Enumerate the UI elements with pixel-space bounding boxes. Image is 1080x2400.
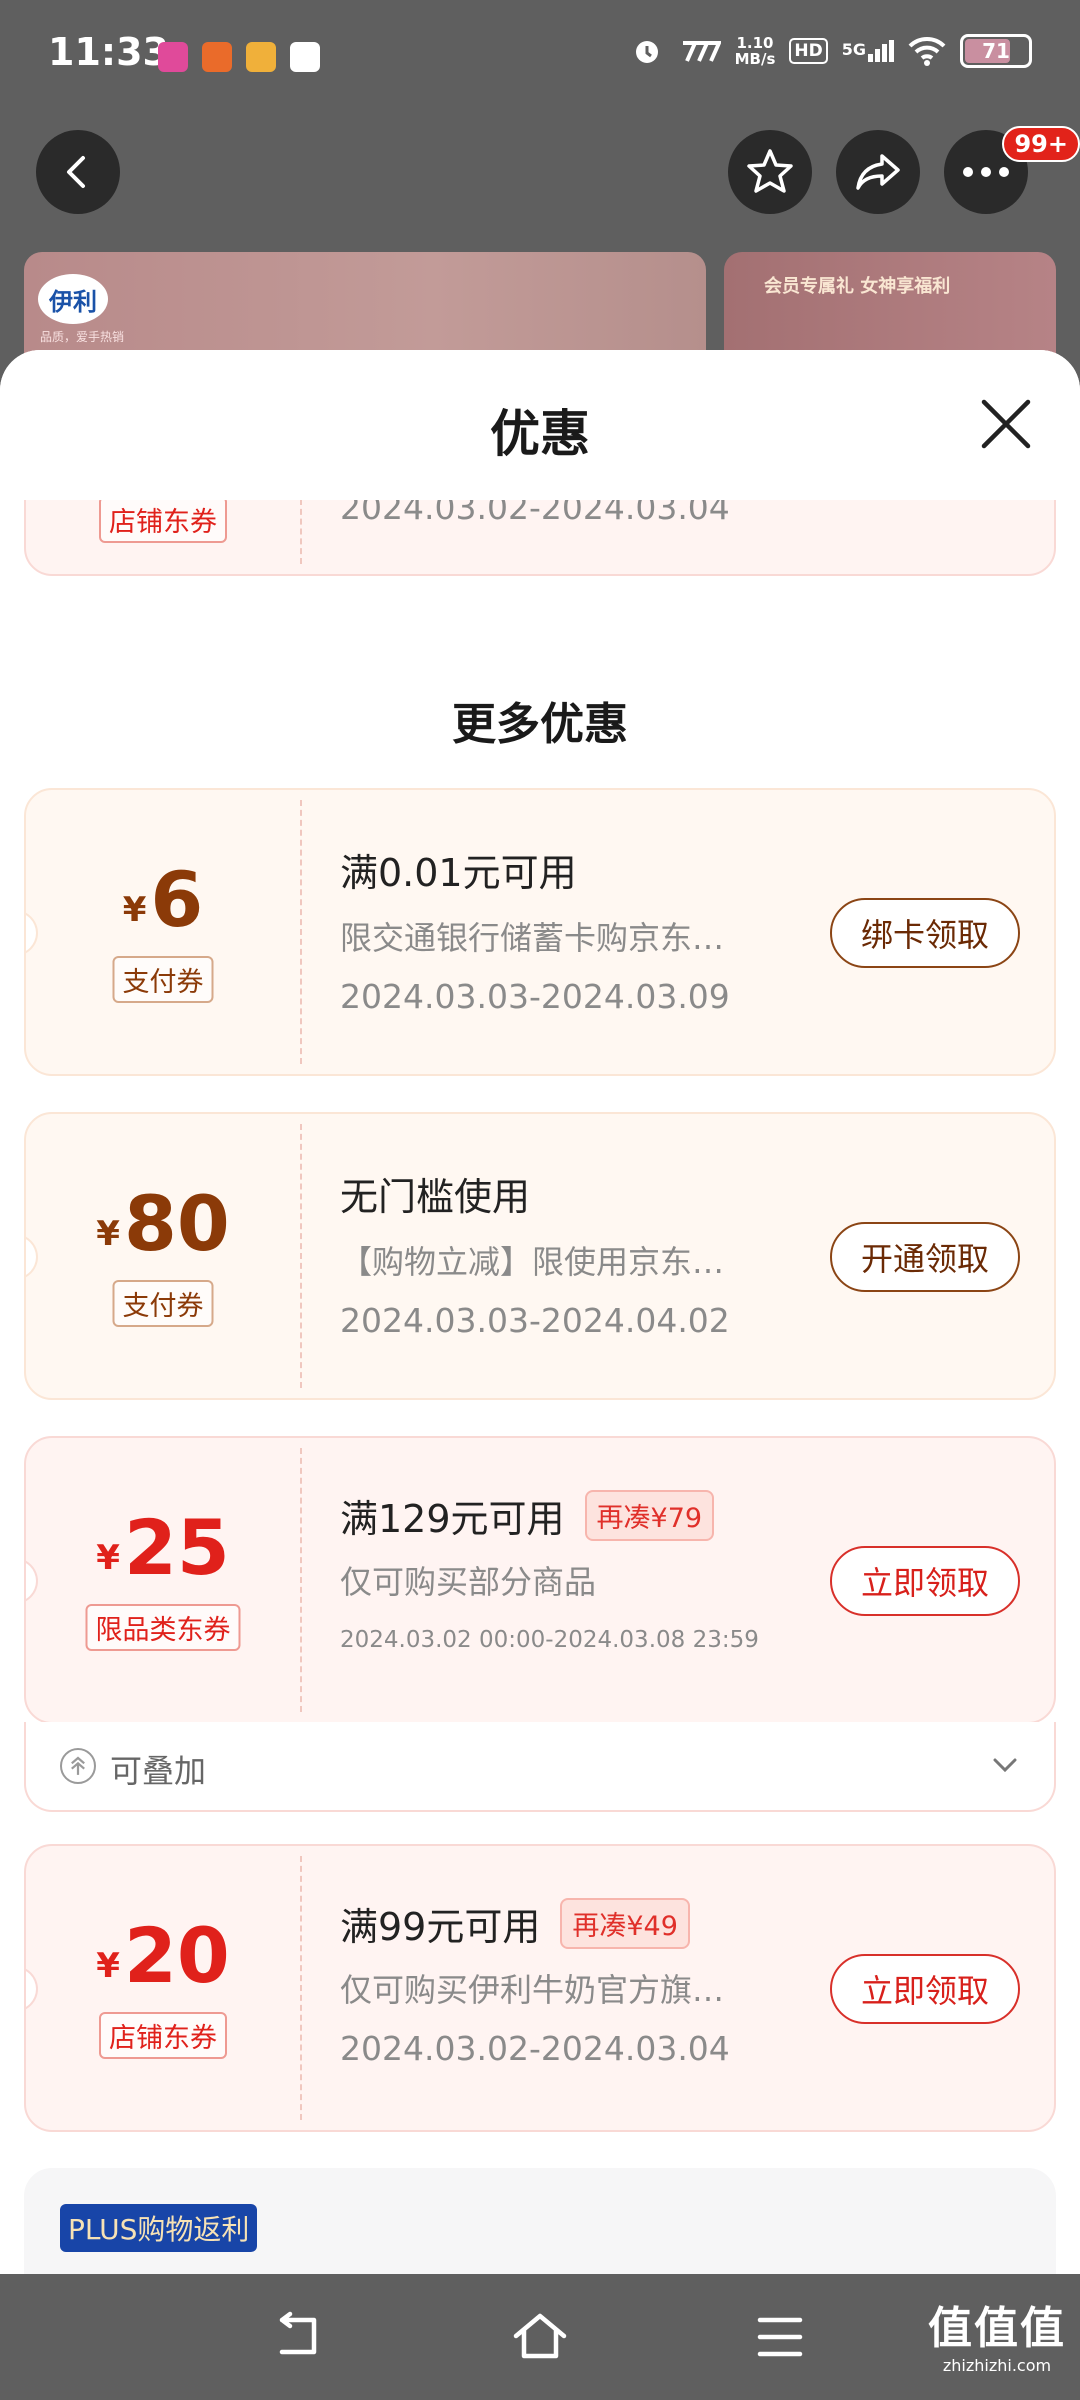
status-indicators: 1.10 MB/s HD 5G 71 (631, 34, 1032, 68)
close-icon[interactable] (976, 394, 1036, 454)
coupon-amount: ¥20 (96, 1911, 230, 2000)
coupon-card: ¥20 店铺东券 满99元可用 再凑¥49 仅可购买伊利牛奶官方旗… 2024.… (24, 1844, 1056, 2132)
coupon-description: 仅可购买部分商品 (340, 1563, 597, 1601)
share-button[interactable] (836, 130, 920, 214)
sheet-header: 优惠 (0, 350, 1080, 500)
battery-indicator: 71 (960, 34, 1032, 68)
status-time: 11:33 (48, 30, 169, 74)
watermark: 值值值 zhizhizhi.com (928, 2303, 1066, 2375)
alarm-icon (635, 41, 658, 63)
nav-home-icon[interactable] (510, 2310, 570, 2364)
coupon-type-label: 店铺东券 (99, 2012, 227, 2059)
network-speed: 1.10 MB/s (734, 34, 776, 68)
bind-card-claim-button[interactable]: 绑卡领取 (830, 898, 1020, 968)
coupon-condition: 满129元可用 再凑¥79 (340, 1488, 810, 1543)
coupon-condition: 无门槛使用 (340, 1175, 531, 1219)
banner-tagline: 品质，爱手热销 (40, 330, 125, 344)
star-icon (747, 149, 793, 193)
coupon-card: ¥6 支付券 满0.01元可用 限交通银行储蓄卡购京东… 2024.03.03-… (24, 788, 1056, 1076)
claim-now-button[interactable]: 立即领取 (830, 1954, 1020, 2024)
coupon-date: 2024.03.03-2024.04.02 (340, 1301, 730, 1340)
wifi-icon (908, 36, 946, 66)
sheet-title: 优惠 (490, 405, 590, 463)
more-badge: 99+ (1002, 126, 1080, 162)
coupon-date: 2024.03.02-2024.03.04 (340, 2029, 730, 2068)
stack-icon (60, 1748, 96, 1784)
coupon-type-label: 限品类东券 (85, 1604, 241, 1651)
calendar-icon (290, 42, 320, 72)
member-banner-text: 会员专属礼 女神享福利 (764, 276, 951, 297)
section-title: 更多优惠 (452, 699, 628, 750)
more-dots-icon (963, 167, 1009, 177)
coupon-condition: 满0.01元可用 (340, 851, 577, 895)
back-arrow-icon (67, 156, 85, 188)
nav-back-icon[interactable] (270, 2310, 330, 2364)
favorite-button[interactable] (728, 130, 812, 214)
coupon-sheet: 优惠 店铺东券 2024.03.02-2024.03.04 更多优惠 ¥6 支付… (0, 350, 1080, 2274)
add-more-tag: 再凑¥49 (560, 1898, 690, 1949)
status-bar: 11:33 1.10 MB/s HD 5G 71 (0, 0, 1080, 110)
signal-activity-icon (682, 41, 721, 62)
add-more-tag: 再凑¥79 (584, 1490, 715, 1541)
nav-menu-icon[interactable] (750, 2310, 810, 2364)
coupon-description: 限交通银行储蓄卡购京东… (340, 919, 725, 957)
chevron-down-icon[interactable] (990, 1750, 1020, 1780)
share-icon (856, 154, 900, 190)
cell-signal-icon: 5G (842, 40, 894, 62)
coupon-description: 【购物立减】限使用京东… (340, 1243, 725, 1281)
coupon-condition: 满99元可用 再凑¥49 (340, 1896, 810, 1951)
plus-rebate-card: PLUS购物返利 (24, 2168, 1056, 2274)
activate-claim-button[interactable]: 开通领取 (830, 1222, 1020, 1292)
coupon-type-label: 店铺东券 (99, 496, 227, 543)
brand-logo: 伊利 (38, 274, 108, 324)
claim-now-button[interactable]: 立即领取 (830, 1546, 1020, 1616)
coupon-date: 2024.03.03-2024.03.09 (340, 977, 730, 1016)
system-nav-bar: 值值值 zhizhizhi.com (0, 2274, 1080, 2400)
app-notification-icon (158, 42, 188, 72)
stackable-label: 可叠加 (110, 1752, 207, 1790)
back-button[interactable] (36, 130, 120, 214)
coupon-amount: ¥80 (96, 1179, 230, 1268)
plus-tag: PLUS购物返利 (60, 2204, 258, 2252)
coupon-date: 2024.03.02 00:00-2024.03.08 23:59 (340, 1627, 759, 1653)
coupon-type-label: 支付券 (112, 956, 214, 1003)
app-notification-icon (246, 42, 276, 72)
coupon-type-label: 支付券 (112, 1280, 214, 1327)
coupon-amount: ¥25 (96, 1503, 230, 1592)
coupon-amount: ¥6 (122, 855, 204, 944)
coupon-card: ¥80 支付券 无门槛使用 【购物立减】限使用京东… 2024.03.03-20… (24, 1112, 1056, 1400)
hd-badge: HD (789, 38, 828, 64)
coupon-card: ¥25 限品类东券 满129元可用 再凑¥79 仅可购买部分商品 2024.03… (24, 1436, 1056, 1724)
coupon-description: 仅可购买伊利牛奶官方旗… (340, 1971, 725, 2009)
stackable-row[interactable]: 可叠加 (24, 1722, 1056, 1812)
app-notification-icon (202, 42, 232, 72)
